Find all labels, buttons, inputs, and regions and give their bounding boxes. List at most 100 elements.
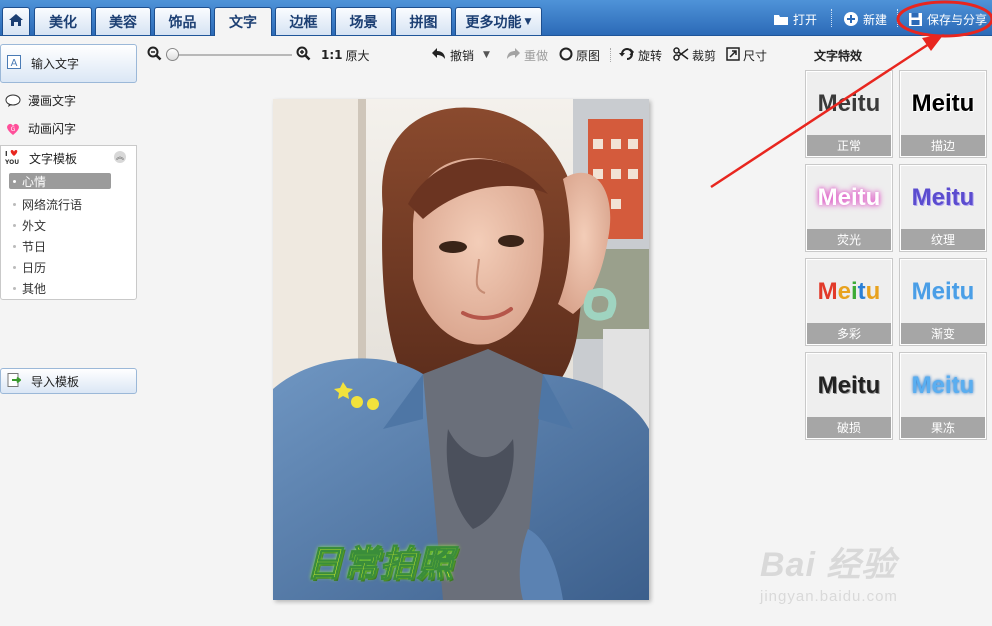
divider: [897, 9, 898, 27]
import-template-button[interactable]: 导入模板: [0, 368, 137, 394]
tab-scene[interactable]: 场景: [335, 7, 392, 35]
tab-label: 拼图: [409, 14, 438, 31]
zoom-in-icon: [296, 46, 311, 64]
watermark-url: jingyan.baidu.com: [760, 588, 898, 605]
original-image-button[interactable]: 原图: [559, 46, 600, 64]
original-size-button[interactable]: 1:1 原大: [321, 46, 370, 64]
redo-icon: [505, 47, 521, 64]
effect-preview: Meitu: [901, 72, 985, 136]
rotate-button[interactable]: 旋转: [619, 46, 662, 64]
effect-jelly[interactable]: Meitu 果冻: [899, 352, 987, 440]
top-menu-bar: 美化 美容 饰品 文字 边框 场景 拼图 更多功能 ▼ 打开 新建 保存与分享: [0, 0, 992, 36]
bullet-icon: [13, 224, 16, 227]
effect-gradient[interactable]: Meitu 渐变: [899, 258, 987, 346]
undo-history-dropdown[interactable]: ▼: [483, 46, 490, 64]
text-overlay-caption[interactable]: 日常拍照: [305, 535, 454, 587]
text-template-panel: I YOU 文字模板 ︽ 心情 网络流行语 外文 节日 日历 其他: [0, 145, 137, 300]
import-document-icon: [7, 372, 22, 390]
category-label: 外文: [22, 219, 47, 233]
effect-preview: Meitu: [807, 72, 891, 136]
effect-stroke[interactable]: Meitu 描边: [899, 70, 987, 158]
effect-glow[interactable]: Meitu 荧光: [805, 164, 893, 252]
tab-label: 饰品: [168, 14, 197, 31]
chevron-down-icon: ▼: [524, 16, 532, 27]
portrait-photo: [273, 99, 649, 600]
tab-beautify[interactable]: 美化: [34, 7, 92, 35]
input-text-button[interactable]: A 输入文字: [0, 44, 137, 83]
zoom-out-icon: [147, 46, 162, 64]
tab-label: 边框: [289, 14, 318, 31]
effect-preview: Meitu: [807, 354, 891, 418]
effect-label: 纹理: [901, 229, 985, 250]
tab-beauty[interactable]: 美容: [95, 7, 151, 35]
zoom-slider-track[interactable]: [166, 54, 292, 56]
i-love-you-icon: I YOU: [4, 149, 23, 168]
effect-label: 多彩: [807, 323, 891, 344]
effect-label: 渐变: [901, 323, 985, 344]
rotate-label: 旋转: [638, 48, 663, 63]
ratio-label: 1:1: [321, 48, 343, 62]
watermark-brand: Bai 经验: [760, 546, 897, 584]
comic-text-item[interactable]: 漫画文字: [4, 92, 76, 109]
template-category-foreign[interactable]: 外文: [9, 215, 111, 236]
effect-preview: Meitu: [807, 166, 891, 230]
divider: [831, 9, 832, 27]
effect-normal[interactable]: Meitu 正常: [805, 70, 893, 158]
undo-button[interactable]: 撤销: [431, 46, 474, 64]
template-category-other[interactable]: 其他: [9, 278, 111, 299]
import-template-label: 导入模板: [31, 374, 80, 389]
resize-label: 尺寸: [743, 48, 768, 63]
template-category-calendar[interactable]: 日历: [9, 257, 111, 278]
collapse-icon[interactable]: ︽: [114, 151, 126, 163]
bullet-icon: [13, 179, 16, 183]
tab-collage[interactable]: 拼图: [395, 7, 452, 35]
open-button[interactable]: 打开: [773, 9, 817, 29]
effect-texture[interactable]: Meitu 纹理: [899, 164, 987, 252]
resize-button[interactable]: 尺寸: [726, 46, 767, 64]
open-label: 打开: [793, 12, 818, 27]
tab-label: 场景: [349, 14, 378, 31]
svg-text:A: A: [11, 58, 18, 69]
scissors-icon: [673, 46, 689, 64]
undo-icon: [431, 47, 447, 64]
animated-text-item[interactable]: G 动画闪字: [4, 120, 76, 137]
template-category-holiday[interactable]: 节日: [9, 236, 111, 257]
effect-preview: Meitu: [901, 354, 985, 418]
tab-label: 更多功能: [465, 14, 522, 31]
redo-label: 重做: [524, 48, 549, 63]
chevron-down-icon: ▼: [483, 50, 490, 60]
crop-button[interactable]: 裁剪: [673, 46, 716, 64]
category-label: 节日: [22, 240, 47, 254]
zoom-slider-handle[interactable]: [166, 48, 179, 61]
effect-damaged[interactable]: Meitu 破损: [805, 352, 893, 440]
tab-accessories[interactable]: 饰品: [154, 7, 211, 35]
text-box-icon: A: [7, 55, 21, 72]
template-category-mood[interactable]: 心情: [9, 173, 111, 189]
template-category-internet-slang[interactable]: 网络流行语: [9, 194, 111, 215]
svg-text:G: G: [11, 126, 16, 133]
new-button[interactable]: 新建: [843, 9, 887, 29]
tab-text[interactable]: 文字: [214, 7, 272, 36]
zoom-in-button[interactable]: [296, 46, 311, 64]
template-category-list: 心情 网络流行语 外文 节日 日历 其他: [9, 173, 111, 299]
folder-icon: [773, 11, 789, 27]
heart-sparkle-icon: G: [4, 121, 22, 137]
zoom-out-button[interactable]: [147, 46, 162, 64]
tab-frame[interactable]: 边框: [275, 7, 332, 35]
crop-label: 裁剪: [692, 48, 717, 63]
tab-home[interactable]: [2, 7, 30, 35]
original-image-label: 原图: [576, 48, 601, 63]
circle-icon: [559, 47, 573, 64]
photo-canvas[interactable]: [273, 99, 649, 600]
resize-icon: [726, 46, 740, 64]
tab-more-features[interactable]: 更多功能 ▼: [455, 7, 542, 35]
save-share-label: 保存与分享: [927, 12, 988, 27]
arrow-head-icon: [922, 34, 944, 51]
bullet-icon: [13, 245, 16, 248]
new-label: 新建: [863, 12, 888, 27]
redo-button[interactable]: 重做: [505, 46, 548, 64]
save-share-button[interactable]: 保存与分享: [907, 9, 987, 29]
effect-colorful[interactable]: Meitu 多彩: [805, 258, 893, 346]
input-text-label: 输入文字: [31, 57, 80, 71]
tab-label: 文字: [229, 15, 257, 31]
